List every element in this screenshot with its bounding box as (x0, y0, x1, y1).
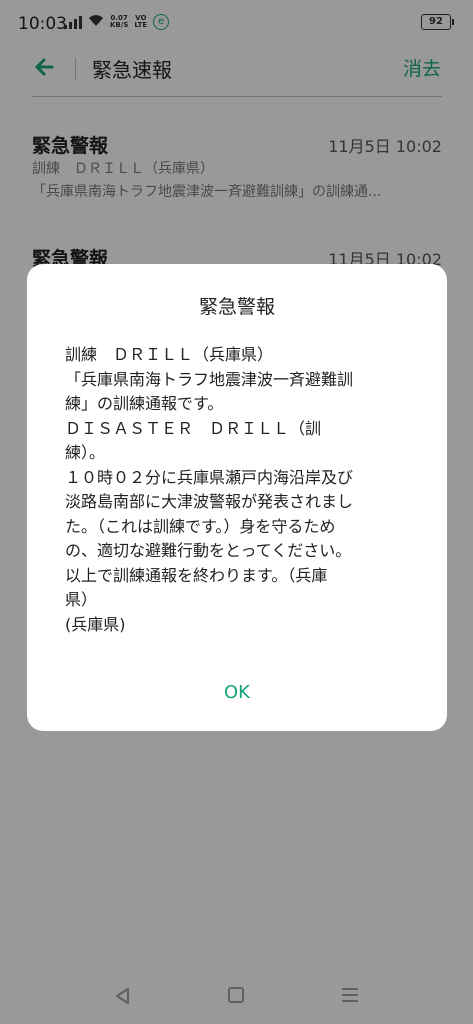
dialog-message-line: 以上で訓練通報を終わります。（兵庫 (65, 565, 328, 585)
dialog-message-line: 淡路島南部に大津波警報が発表されまし (65, 492, 354, 511)
dialog-message-line: 県） (65, 590, 98, 609)
dialog-title: 緊急警報 (198, 296, 275, 318)
dialog-message-line: た。（これは訓練です。）身を守るため (65, 516, 336, 536)
dialog-message-line: 練」の訓練通報です。 (65, 394, 224, 413)
dialog-message-line: 訓練 ＤＲＩＬＬ（兵庫県） (65, 345, 274, 364)
dialog-message: 訓練 ＤＲＩＬＬ（兵庫県） 「兵庫県南海トラフ地震津波一斉避難訓 練」の訓練通報… (65, 343, 415, 637)
dialog-message-line: １０時０２分に兵庫県瀬戸内海沿岸及び (65, 467, 354, 487)
dialog-message-line: ＤＩＳＡＳＴＥＲ ＤＲＩＬＬ（訓 (65, 418, 322, 438)
dialog-message-line: (兵庫県) (65, 614, 126, 634)
dialog-message-line: 練）。 (65, 443, 106, 462)
ok-button[interactable]: OK (207, 678, 267, 708)
alert-dialog: 緊急警報 訓練 ＤＲＩＬＬ（兵庫県） 「兵庫県南海トラフ地震津波一斉避難訓 練」… (27, 264, 447, 731)
dialog-message-line: 「兵庫県南海トラフ地震津波一斉避難訓 (65, 369, 354, 389)
dialog-message-line: の、適切な避難行動をとってください。 (65, 541, 352, 560)
